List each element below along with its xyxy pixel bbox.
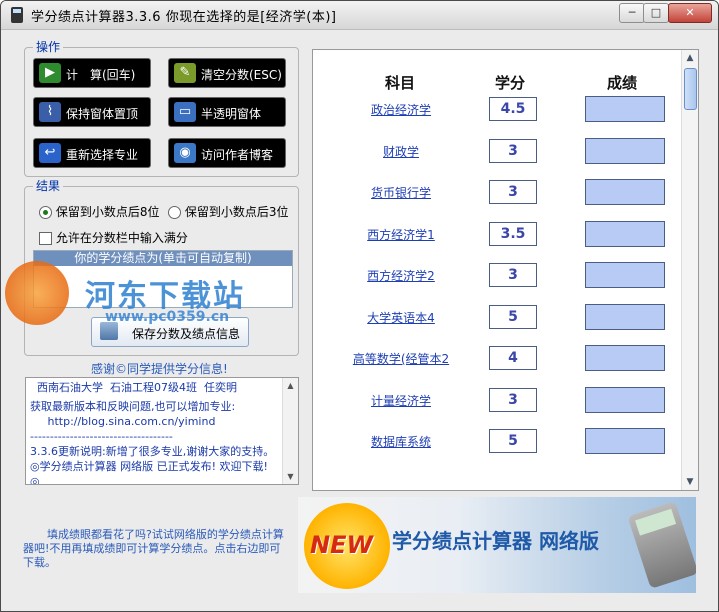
gpa-value[interactable] [34, 266, 292, 278]
info-textbox[interactable]: 西南石油大学 石油工程07级4班 任奕明 获取最新版本和反映问题,也可以增加专业… [25, 377, 299, 485]
credit-field[interactable]: 3 [489, 180, 537, 204]
scroll-down-icon[interactable]: ▼ [682, 474, 698, 490]
credit-field[interactable]: 5 [489, 429, 537, 453]
window-icon: ▭ [174, 102, 196, 122]
clear-scores-button-label: 清空分数(ESC) [201, 68, 282, 82]
decimal-3-label: 保留到小数点后3位 [184, 205, 289, 219]
app-window: 学分绩点计算器3.3.6 你现在选择的是[经济学(本)] ─ □ ✕ 操作 ▶ … [0, 0, 719, 612]
info-scrollbar[interactable]: ▲ ▼ [282, 378, 298, 484]
scroll-down-icon[interactable]: ▼ [283, 469, 298, 484]
translucent-window-button[interactable]: ▭ 半透明窗体 [168, 97, 286, 127]
save-scores-button[interactable]: 保存分数及绩点信息 [91, 317, 249, 347]
decimal-3-option[interactable]: 保留到小数点后3位 [168, 203, 288, 220]
paperclip-icon: ⌇ [39, 102, 61, 122]
calculate-button[interactable]: ▶ 计 算(回车) [33, 58, 151, 88]
scroll-up-icon[interactable]: ▲ [283, 378, 298, 393]
subject-link[interactable]: 政治经济学 [371, 101, 431, 118]
score-input[interactable] [585, 262, 665, 288]
credit-field[interactable]: 3.5 [489, 222, 537, 246]
score-input[interactable] [585, 428, 665, 454]
allow-full-score-checkbox[interactable] [39, 232, 52, 245]
new-badge-text: NEW [310, 531, 373, 559]
subject-link[interactable]: 数据库系统 [371, 433, 431, 450]
network-version-tip: 填成绩眼都看花了吗?试试网络版的学分绩点计算器吧!不用再填成绩即可计算学分绩点。… [23, 528, 284, 569]
credit-field[interactable]: 5 [489, 305, 537, 329]
network-version-banner[interactable]: NEW 学分绩点计算器 网络版 [298, 497, 696, 593]
broom-icon: ✎ [174, 63, 196, 83]
info-link[interactable]: http://blog.sina.com.cn/yimind [30, 414, 278, 429]
info-line: 获取最新版本和反映问题,也可以增加专业: [30, 400, 236, 413]
subject-link[interactable]: 货币银行学 [371, 184, 431, 201]
subject-link[interactable]: 财政学 [383, 143, 419, 160]
score-input[interactable] [585, 221, 665, 247]
result-group-label: 结果 [33, 179, 64, 193]
calculator-icon [627, 501, 696, 589]
reselect-major-button[interactable]: ↩ 重新选择专业 [33, 138, 151, 168]
subject-link[interactable]: 西方经济学2 [367, 267, 435, 284]
score-input[interactable] [585, 345, 665, 371]
clear-scores-button[interactable]: ✎ 清空分数(ESC) [168, 58, 286, 88]
decimal-8-radio[interactable] [39, 206, 52, 219]
reselect-major-button-label: 重新选择专业 [66, 148, 139, 162]
score-column-header: 成绩 [607, 74, 638, 92]
credit-field[interactable]: 3 [489, 263, 537, 287]
back-arrow-icon: ↩ [39, 143, 61, 163]
credit-field[interactable]: 4 [489, 346, 537, 370]
score-input[interactable] [585, 138, 665, 164]
gpa-result-box[interactable]: 你的学分绩点为(单击可自动复制) [33, 250, 293, 308]
author-blog-button-label: 访问作者博客 [201, 148, 274, 162]
operations-group-label: 操作 [33, 40, 64, 54]
score-input[interactable] [585, 96, 665, 122]
translucent-window-button-label: 半透明窗体 [201, 107, 262, 121]
credit-column-header: 学分 [495, 74, 526, 92]
info-divider: ------------------------------------ [30, 430, 173, 443]
score-input[interactable] [585, 304, 665, 330]
subject-link[interactable]: 西方经济学1 [367, 226, 435, 243]
keep-on-top-button-label: 保持窗体置顶 [66, 107, 139, 121]
allow-full-score-label: 允许在分数栏中输入满分 [55, 231, 188, 245]
credit-field[interactable]: 3 [489, 139, 537, 163]
thanks-text: 感谢©同学提供学分信息! [91, 362, 228, 376]
subject-link[interactable]: 大学英语本4 [367, 309, 435, 326]
author-blog-button[interactable]: ◉ 访问作者博客 [168, 138, 286, 168]
play-icon: ▶ [39, 63, 61, 83]
decimal-8-label: 保留到小数点后8位 [55, 205, 160, 219]
score-input[interactable] [585, 387, 665, 413]
globe-icon: ◉ [174, 143, 196, 163]
banner-title: 学分绩点计算器 网络版 [392, 529, 599, 553]
score-input[interactable] [585, 179, 665, 205]
subject-column-header: 科目 [385, 74, 416, 92]
calculator-app-icon [11, 7, 23, 23]
subject-link[interactable]: 高等数学(经管本2 [353, 350, 449, 367]
maximize-button[interactable]: □ [643, 3, 669, 23]
title-bar[interactable]: 学分绩点计算器3.3.6 你现在选择的是[经济学(本)] ─ □ ✕ [1, 1, 718, 30]
close-button[interactable]: ✕ [668, 3, 712, 23]
new-badge-icon: NEW [304, 503, 390, 589]
scroll-up-icon[interactable]: ▲ [682, 50, 698, 66]
save-icon [100, 322, 118, 340]
keep-on-top-button[interactable]: ⌇ 保持窗体置顶 [33, 97, 151, 127]
gpa-result-header: 你的学分绩点为(单击可自动复制) [34, 251, 292, 266]
calculate-button-label: 计 算(回车) [66, 68, 136, 82]
decimal-8-option[interactable]: 保留到小数点后8位 [39, 203, 159, 220]
decimal-3-radio[interactable] [168, 206, 181, 219]
window-title: 学分绩点计算器3.3.6 你现在选择的是[经济学(本)] [31, 10, 337, 25]
save-scores-button-label: 保存分数及绩点信息 [132, 327, 241, 341]
info-line: 西南石油大学 石油工程07级4班 任奕明 [30, 381, 237, 394]
subjects-panel: 科目 学分 成绩 政治经济学 4.5 财政学 3 货币银行学 3 西方经济学1 3.5 西方经济… [312, 49, 699, 491]
credit-field[interactable]: 3 [489, 388, 537, 412]
allow-full-score-option[interactable]: 允许在分数栏中输入满分 [39, 229, 188, 246]
info-text: 西南石油大学 石油工程07级4班 任奕明 获取最新版本和反映问题,也可以增加专业… [30, 380, 278, 485]
scroll-thumb[interactable] [684, 68, 697, 110]
minimize-button[interactable]: ─ [619, 3, 645, 23]
subjects-scrollbar[interactable]: ▲ ▼ [681, 50, 698, 490]
subject-link[interactable]: 计量经济学 [371, 392, 431, 409]
info-line: 3.3.6更新说明:新增了很多专业,谢谢大家的支持。 ◎学分绩点计算器 网络版 … [30, 445, 275, 485]
credit-field[interactable]: 4.5 [489, 97, 537, 121]
